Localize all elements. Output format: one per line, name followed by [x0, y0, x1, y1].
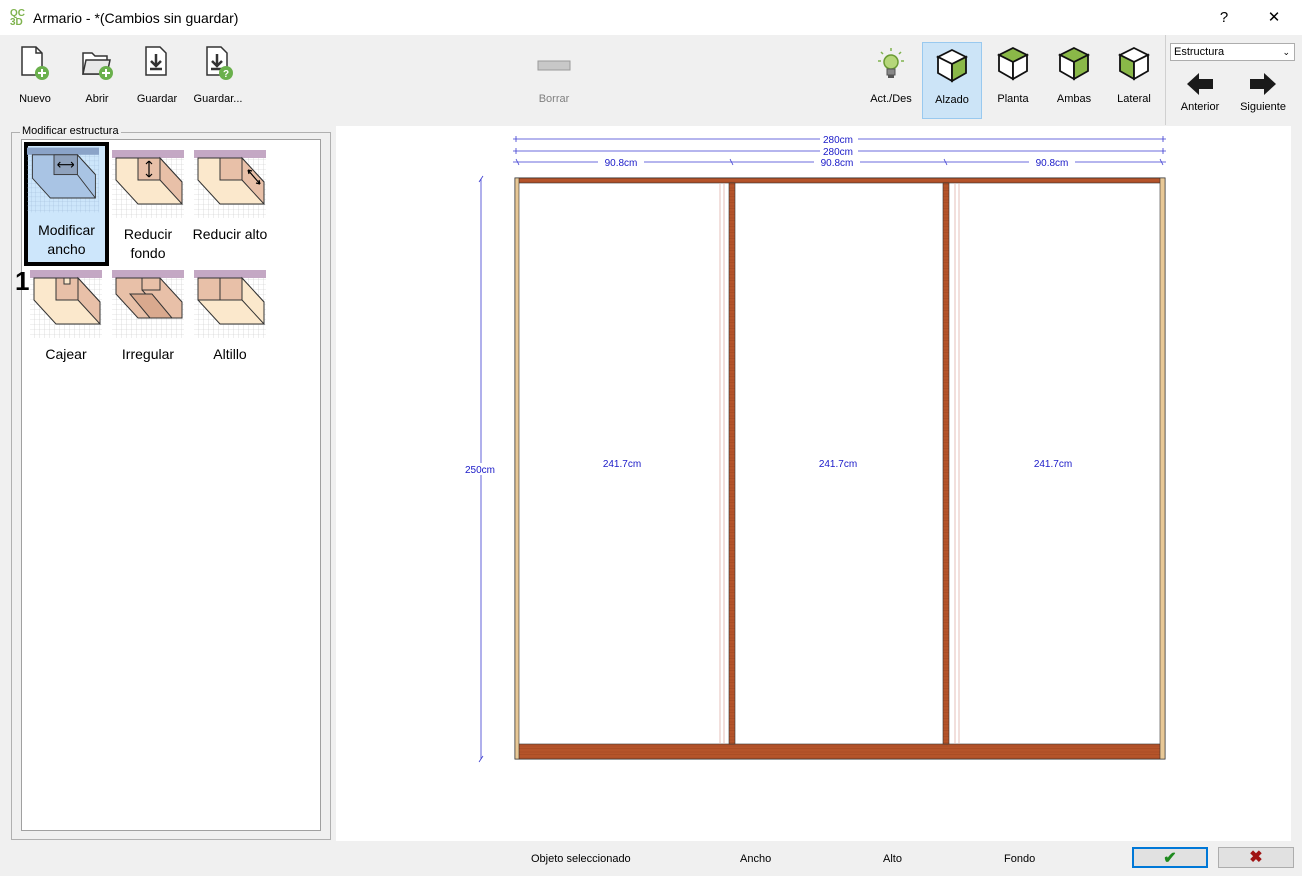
left-side-panel[interactable]	[514, 177, 520, 760]
module-height-label: 241.7cm	[1034, 459, 1072, 470]
module-height-label: 241.7cm	[603, 459, 641, 470]
depth-status-label: Fondo	[1004, 853, 1036, 865]
accept-button[interactable]: ✔	[1132, 847, 1208, 868]
cancel-button[interactable]: ✖	[1218, 847, 1294, 868]
status-bar: Objeto seleccionado Ancho Alto Fondo	[0, 842, 1302, 876]
module-width-label: 90.8cm	[1036, 158, 1069, 169]
total-height-label: 250cm	[465, 465, 495, 476]
total-width-label-2: 280cm	[823, 147, 853, 158]
height-status-label: Alto	[883, 853, 902, 865]
module-width-label: 90.8cm	[821, 158, 854, 169]
selected-object-label: Objeto seleccionado	[531, 853, 631, 865]
module-width-label: 90.8cm	[605, 158, 638, 169]
check-icon: ✔	[1163, 850, 1177, 867]
divider-panel[interactable]	[728, 182, 736, 745]
top-panel[interactable]	[514, 177, 1166, 184]
cancel-x-icon: ✖	[1249, 849, 1263, 866]
module-height-label: 241.7cm	[819, 459, 857, 470]
divider-panel[interactable]	[942, 182, 950, 745]
base-plinth[interactable]	[514, 743, 1166, 760]
width-status-label: Ancho	[740, 853, 772, 865]
wardrobe-elevation-drawing: 280cm 280cm 90.8cm 90.8cm 90.8cm 250cm 2…	[462, 133, 1166, 763]
total-width-label: 280cm	[823, 135, 853, 146]
right-side-panel[interactable]	[1159, 177, 1166, 760]
